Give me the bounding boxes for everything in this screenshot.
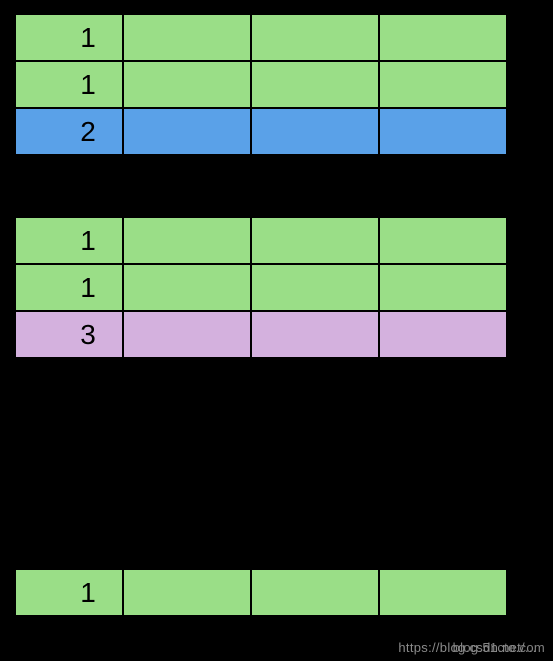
row-value: 3 [15,311,123,358]
watermark: https://blog.csdn.net/... blog.51cto.com [398,640,545,655]
cell-empty [123,264,251,311]
watermark-text-b: blog.51cto.com [453,640,545,655]
row-value: 2 [15,108,123,155]
cell-empty [379,217,507,264]
table-row: 2 [15,108,507,155]
cell-empty [123,108,251,155]
table-row: 1 [15,569,507,616]
table-3: 1 [14,568,508,617]
cell-empty [251,311,379,358]
cell-empty [251,217,379,264]
table-1: 1 1 2 [14,13,508,156]
cell-empty [251,569,379,616]
cell-empty [379,569,507,616]
cell-empty [251,108,379,155]
table-row: 1 [15,264,507,311]
cell-empty [123,311,251,358]
cell-empty [379,264,507,311]
cell-empty [251,264,379,311]
row-value: 1 [15,569,123,616]
diagram-canvas: { "tables": { "t1": { "top": 13, "left":… [0,0,553,661]
table-row: 1 [15,217,507,264]
cell-empty [123,217,251,264]
row-value: 1 [15,14,123,61]
table-row: 1 [15,14,507,61]
cell-empty [251,61,379,108]
cell-empty [123,14,251,61]
table-row: 1 [15,61,507,108]
cell-empty [123,61,251,108]
cell-empty [379,108,507,155]
cell-empty [379,14,507,61]
table-2: 1 1 3 [14,216,508,359]
row-value: 1 [15,217,123,264]
cell-empty [379,311,507,358]
cell-empty [251,14,379,61]
cell-empty [379,61,507,108]
cell-empty [123,569,251,616]
row-value: 1 [15,61,123,108]
row-value: 1 [15,264,123,311]
table-row: 3 [15,311,507,358]
